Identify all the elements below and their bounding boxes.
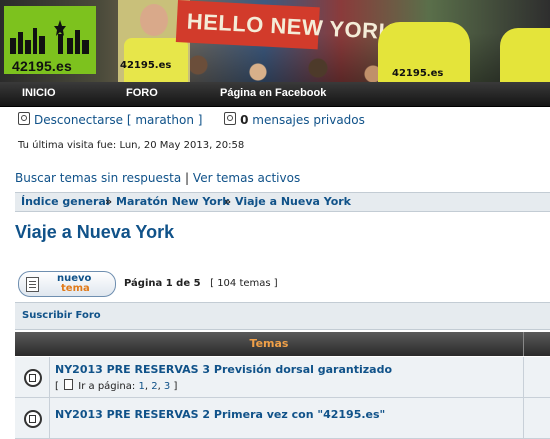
unanswered-topics-link[interactable]: Buscar temas sin respuesta	[15, 171, 181, 185]
runner-head	[140, 4, 168, 36]
page-indicator: Página 1 de 5	[124, 278, 201, 289]
topic-title-link[interactable]: NY2013 PRE RESERVAS 2 Primera vez con "4…	[55, 408, 385, 421]
page-title: Viaje a Nueva York	[15, 222, 175, 242]
subscribe-bar: Suscribir Foro	[15, 302, 550, 330]
pages-open-bracket: [	[55, 381, 59, 392]
skyline-statue-icon	[10, 20, 89, 54]
topic-title-link[interactable]: NY2013 PRE RESERVAS 3 Previsión dorsal g…	[55, 363, 392, 376]
shirt-logo-text-2: 42195.es	[392, 68, 444, 79]
hello-new-york-sign: HELLO NEW YORK	[175, 0, 396, 50]
table-row: NY2013 PRE RESERVAS 3 Previsión dorsal g…	[15, 357, 550, 398]
logout-icon	[18, 112, 30, 125]
header-banner: 42195.es HELLO NEW YORK 42195.es 42195.e…	[0, 0, 550, 82]
page-doc-icon	[64, 379, 74, 390]
column-divider	[523, 398, 524, 438]
topic-icon-cell	[15, 357, 50, 397]
goto-page-label: Ir a página:	[78, 381, 136, 392]
private-messages-link[interactable]: mensajes privados	[252, 113, 365, 127]
topic-icon-cell	[15, 398, 50, 438]
quick-links-separator: |	[185, 171, 190, 185]
page-link-3[interactable]: 3	[164, 381, 170, 392]
new-topic-label-2: tema	[61, 283, 90, 294]
shirt-logo-text: 42195.es	[120, 60, 172, 71]
nav-inicio[interactable]: INICIO	[22, 87, 56, 99]
topic-read-icon	[24, 369, 42, 387]
topic-pagination: [ Ir a página: 1, 2, 3 ]	[55, 379, 178, 392]
pm-count: 0	[240, 113, 249, 127]
pagination-info: Página 1 de 5 [ 104 temas ]	[124, 278, 278, 289]
topic-read-icon	[24, 410, 42, 428]
last-visit: Tu última visita fue: Lun, 20 May 2013, …	[18, 140, 245, 151]
pages-close-bracket: ]	[173, 381, 178, 392]
topics-table-header: Temas	[15, 332, 550, 356]
breadcrumb-sep: »	[224, 195, 232, 208]
main-nav: INICIO FORO Página en Facebook	[0, 82, 550, 107]
breadcrumb: Índice general » Maratón New York » Viaj…	[15, 192, 550, 212]
runner-photo-2: 42195.es	[378, 22, 470, 82]
nav-foro[interactable]: FORO	[126, 87, 158, 99]
nav-facebook[interactable]: Página en Facebook	[220, 87, 326, 99]
page-link-1[interactable]: 1	[138, 381, 144, 392]
logout-link[interactable]: Desconectarse [ marathon ]	[34, 113, 202, 127]
column-divider	[523, 332, 524, 356]
site-logo[interactable]: 42195.es	[4, 6, 96, 74]
new-topic-button[interactable]: nuevo tema	[18, 271, 116, 297]
breadcrumb-sep: »	[105, 195, 113, 208]
subscribe-forum-link[interactable]: Suscribir Foro	[22, 310, 101, 321]
page-link-2[interactable]: 2	[151, 381, 157, 392]
breadcrumb-index[interactable]: Índice general	[21, 195, 110, 208]
breadcrumb-maraton-ny[interactable]: Maratón New York	[116, 195, 230, 208]
private-messages-icon	[224, 112, 237, 125]
logo-text: 42195.es	[12, 58, 72, 74]
runner-photo-3	[500, 28, 550, 82]
quick-links: Buscar temas sin respuesta | Ver temas a…	[15, 171, 300, 185]
user-links: Desconectarse [ marathon ] 0 mensajes pr…	[18, 112, 365, 127]
breadcrumb-viaje-ny[interactable]: Viaje a Nueva York	[235, 195, 351, 208]
topic-count: [ 104 temas ]	[210, 278, 278, 289]
new-topic-icon	[26, 277, 39, 292]
column-divider	[523, 357, 524, 397]
topics-column-header: Temas	[249, 337, 289, 350]
active-topics-link[interactable]: Ver temas activos	[193, 171, 300, 185]
table-row: NY2013 PRE RESERVAS 2 Primera vez con "4…	[15, 398, 550, 439]
